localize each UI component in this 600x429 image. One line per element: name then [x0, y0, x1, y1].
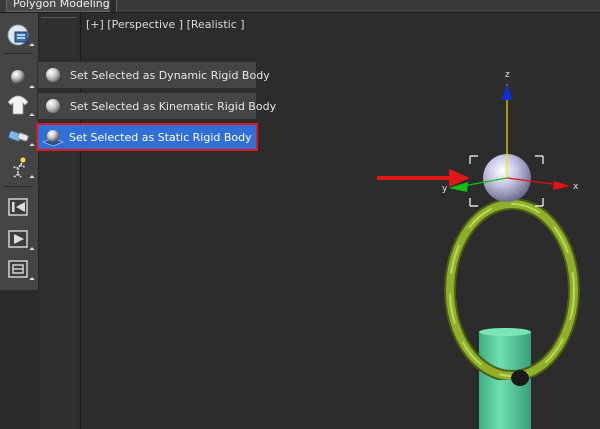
menu-item-static-rigid-body[interactable]: Set Selected as Static Rigid Body	[36, 123, 258, 151]
kinematic-rigid-body-icon	[46, 99, 60, 113]
menu-item-label: Set Selected as Dynamic Rigid Body	[70, 69, 270, 82]
dynamic-rigid-body-icon	[46, 68, 60, 82]
ring-hole-shadow	[511, 370, 529, 386]
y-axis-label: y	[442, 184, 448, 194]
x-axis-label: x	[573, 182, 579, 192]
annotation-arrow	[377, 169, 470, 187]
z-axis-label: z	[505, 70, 510, 80]
rigid-body-flyout-menu: Set Selected as Dynamic Rigid Body Set S…	[36, 61, 276, 154]
cylinder-front	[479, 380, 531, 429]
menu-item-dynamic-rigid-body[interactable]: Set Selected as Dynamic Rigid Body	[37, 61, 270, 89]
menu-item-label: Set Selected as Static Rigid Body	[69, 131, 252, 144]
menu-item-kinematic-rigid-body[interactable]: Set Selected as Kinematic Rigid Body	[37, 92, 276, 120]
menu-item-label: Set Selected as Kinematic Rigid Body	[70, 100, 277, 113]
static-rigid-body-icon	[41, 130, 65, 147]
